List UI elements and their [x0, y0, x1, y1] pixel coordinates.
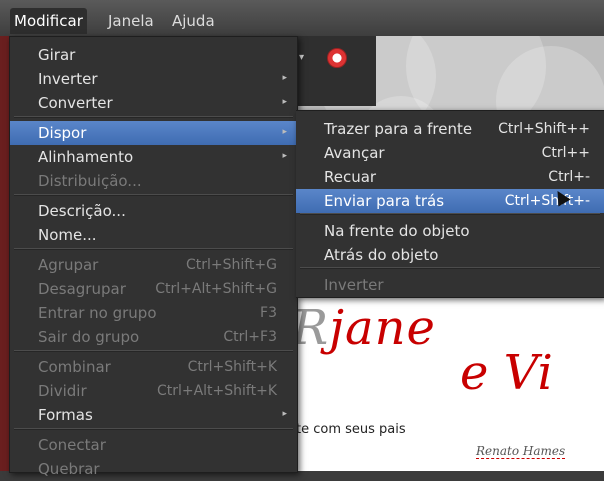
menu-item-conectar: Conectar: [10, 433, 297, 457]
menu-separator: [14, 428, 293, 430]
submenu-item-recuar[interactable]: Recuar Ctrl+-: [296, 165, 604, 189]
menu-item-label: Avançar: [324, 144, 385, 162]
menu-item-label: Formas: [38, 406, 93, 424]
menu-item-formas[interactable]: Formas ▸: [10, 403, 297, 427]
menu-item-desagrupar: Desagrupar Ctrl+Alt+Shift+G: [10, 277, 297, 301]
menu-item-label: Recuar: [324, 168, 377, 186]
menu-item-label: Inverter: [38, 70, 98, 88]
menu-item-combinar: Combinar Ctrl+Shift+K: [10, 355, 297, 379]
menu-item-label: Dispor: [38, 124, 87, 142]
menu-item-label: Converter: [38, 94, 113, 112]
submenu-item-na-frente-do-objeto[interactable]: Na frente do objeto: [296, 219, 604, 243]
shortcut-text: Ctrl+Shift+K: [187, 359, 277, 375]
toolbar: [296, 36, 376, 106]
shortcut-text: Ctrl+-: [548, 169, 590, 185]
menu-item-label: Sair do grupo: [38, 328, 140, 346]
signature: Renato Hames: [476, 444, 566, 459]
menu-item-dispor[interactable]: Dispor ▸: [10, 121, 297, 145]
menu-item-label: Girar: [38, 46, 76, 64]
menubar: Modificar Janela Ajuda: [0, 0, 604, 36]
menu-separator: [14, 248, 293, 250]
submenu-item-avancar[interactable]: Avançar Ctrl++: [296, 141, 604, 165]
shortcut-text: Ctrl+F3: [223, 329, 277, 345]
shortcut-text: Ctrl+Alt+Shift+K: [156, 383, 277, 399]
menu-item-alinhamento[interactable]: Alinhamento ▸: [10, 145, 297, 169]
document-text: te com seus pais: [296, 422, 406, 437]
menu-janela[interactable]: Janela: [104, 8, 158, 34]
menu-item-converter[interactable]: Converter ▸: [10, 91, 297, 115]
menu-item-label: Enviar para trás: [324, 192, 445, 210]
submenu-item-inverter: Inverter: [296, 273, 604, 297]
shortcut-text: Ctrl++: [541, 145, 590, 161]
shortcut-text: F3: [260, 305, 277, 321]
menu-item-agrupar: Agrupar Ctrl+Shift+G: [10, 253, 297, 277]
menu-separator: [14, 116, 293, 118]
menu-item-label: Conectar: [38, 436, 106, 454]
menu-separator: [14, 350, 293, 352]
menu-item-label: Inverter: [324, 276, 384, 294]
menu-separator: [14, 194, 293, 196]
menu-item-inverter[interactable]: Inverter ▸: [10, 67, 297, 91]
menu-item-descricao[interactable]: Descrição...: [10, 199, 297, 223]
menu-ajuda[interactable]: Ajuda: [168, 8, 219, 34]
menu-item-label: Desagrupar: [38, 280, 126, 298]
menu-item-label: Entrar no grupo: [38, 304, 157, 322]
menu-item-label: Na frente do objeto: [324, 222, 470, 240]
menu-item-girar[interactable]: Girar: [10, 43, 297, 67]
menu-item-entrar-no-grupo: Entrar no grupo F3: [10, 301, 297, 325]
shortcut-text: Ctrl+Shift++: [498, 121, 590, 137]
menu-item-label: Trazer para a frente: [324, 120, 473, 138]
script-title-2: e Vi: [460, 345, 553, 401]
menu-item-label: Alinhamento: [38, 148, 134, 166]
menu-separator: [300, 267, 600, 269]
menu-item-label: Atrás do objeto: [324, 246, 439, 264]
menu-item-label: Descrição...: [38, 202, 126, 220]
menu-item-sair-do-grupo: Sair do grupo Ctrl+F3: [10, 325, 297, 349]
submenu-arrow-icon: ▸: [282, 127, 287, 137]
submenu-arrow-icon: ▸: [282, 151, 287, 161]
modificar-menu: Girar Inverter ▸ Converter ▸ Dispor ▸ Alinhamen…: [9, 36, 298, 478]
menu-item-label: Quebrar: [38, 460, 100, 478]
menu-item-nome[interactable]: Nome...: [10, 223, 297, 247]
menu-item-dividir: Dividir Ctrl+Alt+Shift+K: [10, 379, 297, 403]
shortcut-text: Ctrl+Alt+Shift+G: [155, 281, 277, 297]
menu-separator: [300, 213, 600, 215]
submenu-item-trazer-para-a-frente[interactable]: Trazer para a frente Ctrl+Shift++: [296, 117, 604, 141]
menu-item-distribuicao: Distribuição...: [10, 169, 297, 193]
menu-item-label: Nome...: [38, 226, 97, 244]
shortcut-text: Ctrl+Shift+G: [185, 257, 277, 273]
script-title-1: Rjane: [292, 300, 436, 356]
submenu-arrow-icon: ▸: [282, 73, 287, 83]
submenu-item-atras-do-objeto[interactable]: Atrás do objeto: [296, 243, 604, 267]
dropdown-arrow-icon[interactable]: ▾: [299, 52, 304, 63]
menu-item-label: Distribuição...: [38, 172, 142, 190]
menu-modificar[interactable]: Modificar: [10, 8, 87, 34]
menu-item-label: Dividir: [38, 382, 87, 400]
lifebuoy-icon[interactable]: [327, 48, 347, 68]
submenu-arrow-icon: ▸: [282, 409, 287, 419]
submenu-arrow-icon: ▸: [282, 97, 287, 107]
shortcut-text: Ctrl+Shift+-: [504, 193, 590, 209]
menu-item-label: Agrupar: [38, 256, 99, 274]
menu-item-label: Combinar: [38, 358, 111, 376]
menu-item-quebrar: Quebrar: [10, 457, 297, 481]
